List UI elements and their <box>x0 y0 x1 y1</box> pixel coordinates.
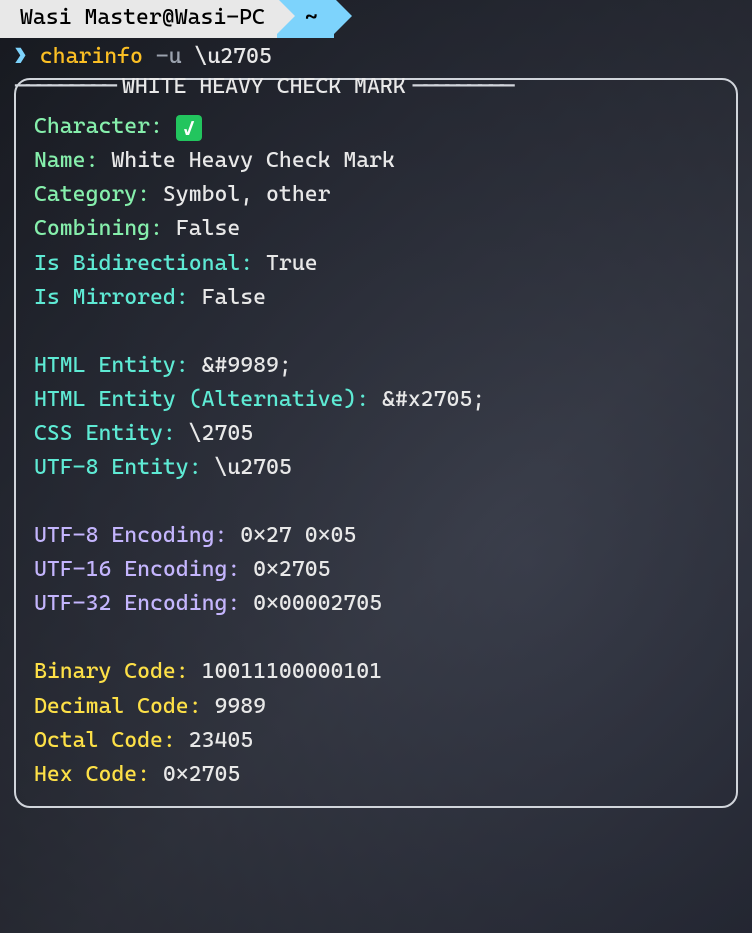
label-utf16-encoding: UTF-16 Encoding: <box>34 557 240 582</box>
command-argument: \u2705 <box>194 44 271 69</box>
value-utf8-entity: \u2705 <box>214 455 291 480</box>
label-utf8-encoding: UTF-8 Encoding: <box>34 523 227 548</box>
row-mirrored: Is Mirrored: False <box>34 281 718 315</box>
row-octal: Octal Code: 23405 <box>34 724 718 758</box>
label-name: Name: <box>34 148 98 173</box>
label-css-entity: CSS Entity: <box>34 421 176 446</box>
panel-title: WHITE HEAVY CHECK MARK <box>114 70 414 104</box>
row-utf8-entity: UTF-8 Entity: \u2705 <box>34 451 718 485</box>
row-utf16-encoding: UTF-16 Encoding: 0×2705 <box>34 553 718 587</box>
output-panel: ───────── WHITE HEAVY CHECK MARK ───────… <box>14 78 738 808</box>
command-name: charinfo <box>40 44 143 69</box>
value-mirrored: False <box>202 285 266 310</box>
row-utf32-encoding: UTF-32 Encoding: 0×00002705 <box>34 587 718 621</box>
terminal-window: Wasi Master@Wasi-PC ~ ❯ charinfo -u \u27… <box>0 0 752 808</box>
row-css-entity: CSS Entity: \2705 <box>34 417 718 451</box>
label-utf32-encoding: UTF-32 Encoding: <box>34 591 240 616</box>
row-html-entity: HTML Entity: &#9989; <box>34 349 718 383</box>
value-css-entity: \2705 <box>189 421 253 446</box>
row-combining: Combining: False <box>34 212 718 246</box>
panel-title-row: ───────── WHITE HEAVY CHECK MARK ───────… <box>16 70 736 104</box>
row-name: Name: White Heavy Check Mark <box>34 144 718 178</box>
value-html-entity: &#9989; <box>202 353 292 378</box>
label-hex: Hex Code: <box>34 762 150 787</box>
prompt-user-host: Wasi Master@Wasi-PC <box>0 0 277 38</box>
value-binary: 10011100000101 <box>202 659 382 684</box>
value-utf16-encoding: 0×2705 <box>253 557 330 582</box>
row-character: Character: ✓ <box>34 110 718 144</box>
value-bidirectional: True <box>266 251 318 276</box>
value-hex: 0×2705 <box>163 762 240 787</box>
label-bidirectional: Is Bidirectional: <box>34 251 253 276</box>
label-octal: Octal Code: <box>34 728 176 753</box>
check-mark-icon: ✓ <box>176 115 202 141</box>
label-category: Category: <box>34 182 150 207</box>
row-bidirectional: Is Bidirectional: True <box>34 247 718 281</box>
value-octal: 23405 <box>189 728 253 753</box>
value-decimal: 9989 <box>214 694 266 719</box>
label-character: Character: <box>34 114 163 139</box>
value-utf8-encoding: 0×27 0×05 <box>240 523 356 548</box>
label-combining: Combining: <box>34 216 163 241</box>
command-flag: -u <box>156 44 182 69</box>
row-binary: Binary Code: 10011100000101 <box>34 655 718 689</box>
label-mirrored: Is Mirrored: <box>34 285 189 310</box>
label-decimal: Decimal Code: <box>34 694 202 719</box>
value-html-entity-alt: &#x2705; <box>382 387 485 412</box>
label-binary: Binary Code: <box>34 659 189 684</box>
value-category: Symbol, other <box>163 182 331 207</box>
row-category: Category: Symbol, other <box>34 178 718 212</box>
prompt-symbol: ❯ <box>14 44 27 69</box>
row-decimal: Decimal Code: 9989 <box>34 690 718 724</box>
value-name: White Heavy Check Mark <box>111 148 395 173</box>
label-html-entity: HTML Entity: <box>34 353 189 378</box>
label-utf8-entity: UTF-8 Entity: <box>34 455 202 480</box>
row-html-entity-alt: HTML Entity (Alternative): &#x2705; <box>34 383 718 417</box>
row-utf8-encoding: UTF-8 Encoding: 0×27 0×05 <box>34 519 718 553</box>
shell-prompt: Wasi Master@Wasi-PC ~ <box>0 0 752 36</box>
value-utf32-encoding: 0×00002705 <box>253 591 382 616</box>
row-hex: Hex Code: 0×2705 <box>34 758 718 792</box>
value-combining: False <box>176 216 240 241</box>
label-html-entity-alt: HTML Entity (Alternative): <box>34 387 369 412</box>
